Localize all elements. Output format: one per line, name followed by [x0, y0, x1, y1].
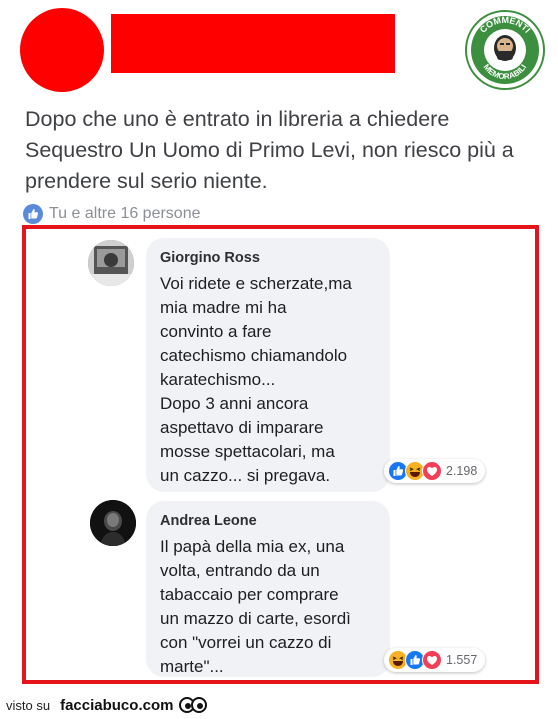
comment-line: mosse spettacolari, ma [160, 442, 335, 461]
comment-line: marte"... [160, 657, 224, 676]
footer-brand[interactable]: facciabuco.com [60, 697, 173, 714]
comment-line: Dopo 3 anni ancora [160, 394, 309, 413]
comment-line: Il papà della mia ex, una [160, 537, 345, 556]
avatar[interactable] [90, 500, 136, 546]
post-likes[interactable]: Tu e altre 16 persone [23, 202, 201, 226]
redacted-name [111, 14, 395, 73]
comment-line: un cazzo... si pregava. [160, 466, 331, 485]
comment-line: mia madre mi ha [160, 298, 287, 317]
comment-text: Voi ridete e scherzate,ma mia madre mi h… [160, 272, 376, 488]
redacted-avatar [20, 8, 104, 92]
comment-line: un mazzo di carte, esordì [160, 609, 351, 628]
comment-author[interactable]: Andrea Leone [160, 511, 376, 531]
eyes-icon [179, 697, 208, 713]
reaction-summary[interactable]: 1.557 [384, 648, 486, 672]
post-line: Dopo che uno è entrato in libreria a chi… [25, 107, 450, 131]
comment-line: Voi ridete e scherzate,ma [160, 274, 352, 293]
comment-line: tabaccaio per comprare [160, 585, 339, 604]
comment-line: con "vorrei un cazzo di [160, 633, 332, 652]
avatar[interactable] [88, 240, 134, 286]
commenti-memorabili-logo: COMMENTI MEMORABILI [465, 10, 545, 90]
avatar-image [88, 240, 134, 286]
reaction-summary[interactable]: 2.198 [384, 459, 486, 483]
like-icon [23, 204, 43, 224]
comment-line: catechismo chiamandolo [160, 346, 348, 365]
comment-author[interactable]: Giorgino Ross [160, 248, 376, 268]
footer-visto-su: visto su [6, 697, 51, 713]
comment-bubble: Andrea Leone Il papà della mia ex, una v… [146, 501, 390, 677]
comment-line: karatechismo... [160, 370, 276, 389]
comment-text: Il papà della mia ex, una volta, entrand… [160, 535, 376, 679]
comment-line: convinto a fare [160, 322, 272, 341]
post-text: Dopo che uno è entrato in libreria a chi… [25, 104, 545, 197]
likes-text: Tu e altre 16 persone [49, 205, 201, 222]
post-line: prendere sul serio niente. [25, 169, 268, 193]
comment-line: volta, entrando da un [160, 561, 320, 580]
love-icon [422, 650, 442, 670]
avatar-image [90, 500, 136, 546]
comment-line: aspettavo di imparare [160, 418, 324, 437]
love-icon [422, 461, 442, 481]
comment-bubble: Giorgino Ross Voi ridete e scherzate,ma … [146, 238, 390, 492]
reaction-count: 2.198 [446, 464, 478, 478]
post-line: Sequestro Un Uomo di Primo Levi, non rie… [25, 138, 514, 162]
watermark-footer: visto su facciabuco.com [0, 691, 558, 719]
reaction-count: 1.557 [446, 653, 478, 667]
